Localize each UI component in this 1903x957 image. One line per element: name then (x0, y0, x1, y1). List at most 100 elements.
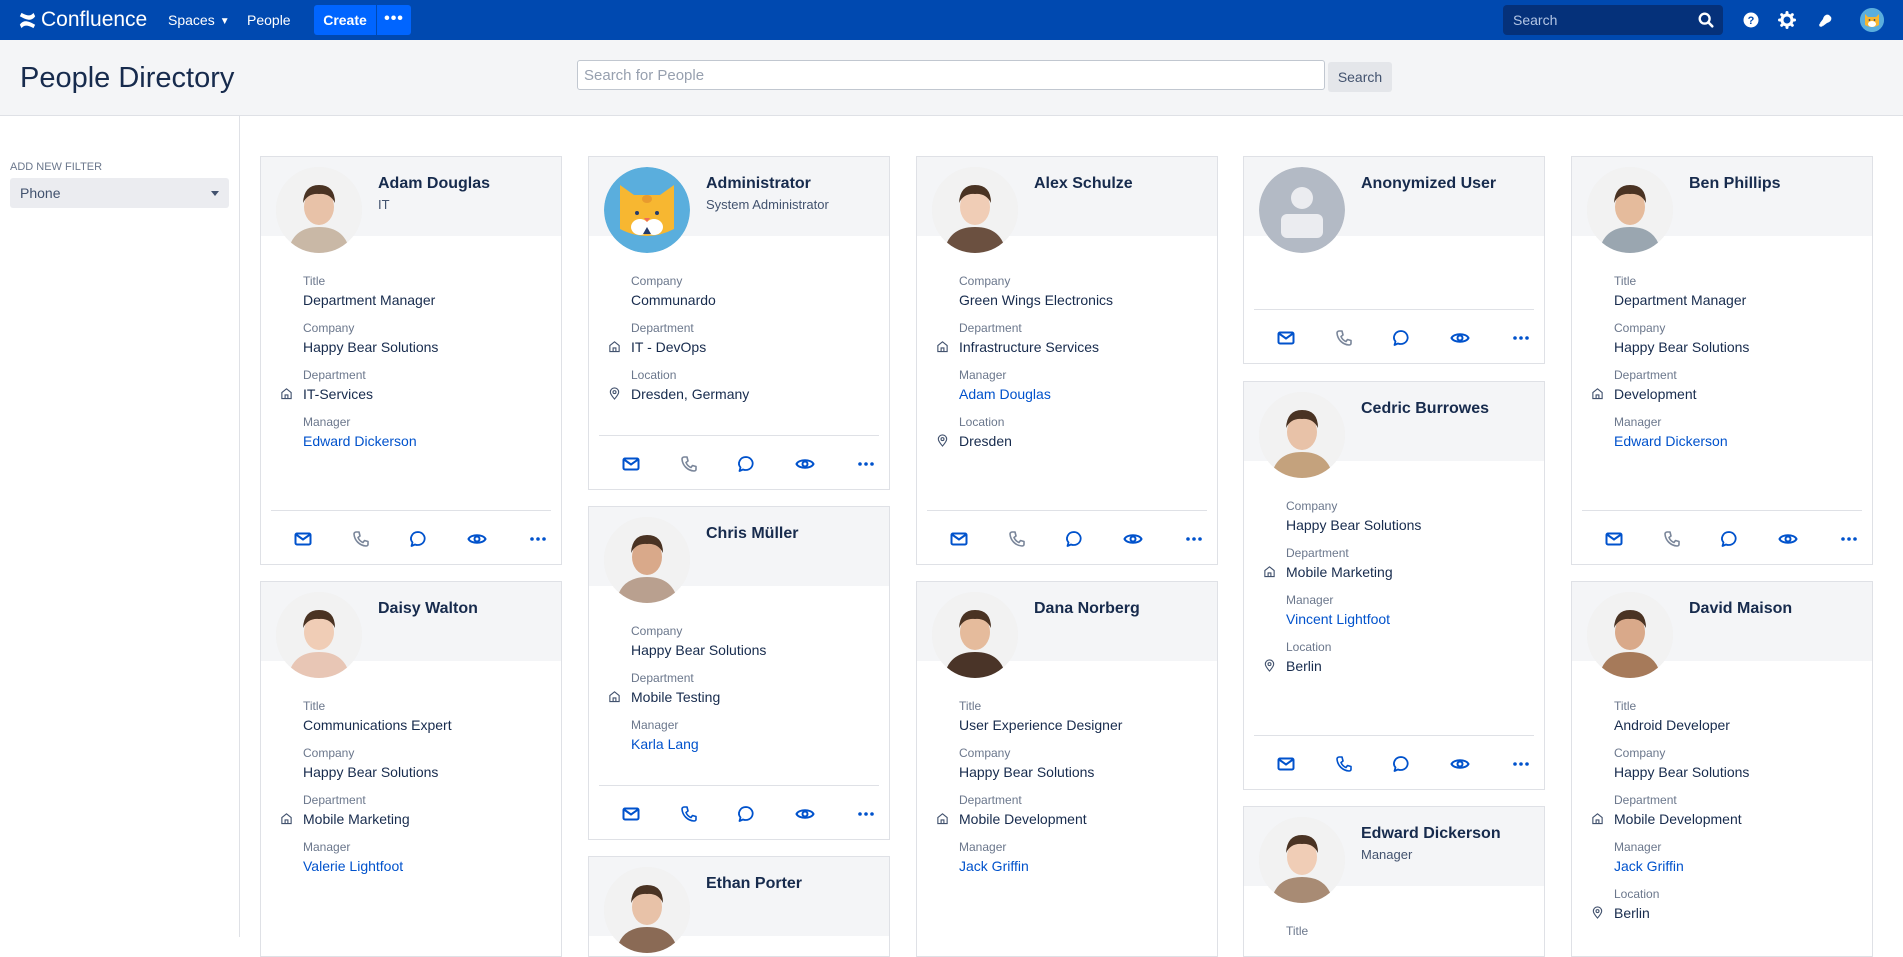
person-subtitle: Manager (1361, 847, 1413, 862)
avatar[interactable] (604, 167, 690, 253)
phone-icon[interactable] (1007, 529, 1027, 549)
email-icon[interactable] (949, 529, 969, 549)
chat-icon[interactable] (736, 804, 756, 824)
avatar[interactable] (1259, 817, 1345, 903)
notification-bell-icon[interactable] (1816, 10, 1836, 30)
person-name[interactable]: Ben Phillips (1689, 175, 1781, 193)
more-icon[interactable] (1184, 529, 1204, 549)
avatar[interactable] (1587, 167, 1673, 253)
person-name[interactable]: Dana Norberg (1034, 600, 1140, 618)
nav-spaces[interactable]: Spaces ▼ (168, 0, 230, 40)
person-name[interactable]: Administrator (706, 175, 811, 193)
eye-icon[interactable] (795, 804, 815, 824)
avatar[interactable] (932, 167, 1018, 253)
avatar[interactable] (1259, 392, 1345, 478)
avatar[interactable] (276, 592, 362, 678)
card-actions (927, 510, 1207, 564)
person-name[interactable]: Ethan Porter (706, 875, 802, 893)
field-label: Manager (959, 368, 1007, 382)
more-icon[interactable] (1511, 328, 1531, 348)
eye-icon[interactable] (1778, 529, 1798, 549)
location-pin-icon (1591, 906, 1604, 919)
field-label: Department (959, 793, 1022, 807)
global-search-input[interactable]: Search (1503, 5, 1723, 35)
more-icon[interactable] (1511, 754, 1531, 774)
manager-link[interactable]: Vincent Lightfoot (1286, 608, 1544, 630)
email-icon[interactable] (1276, 754, 1296, 774)
person-name[interactable]: Daisy Walton (378, 600, 478, 618)
field-manager: Manager Jack Griffin (917, 840, 1217, 877)
create-more-button[interactable]: ••• (377, 5, 411, 35)
chat-icon[interactable] (1719, 529, 1739, 549)
avatar[interactable] (604, 517, 690, 603)
phone-icon[interactable] (1662, 529, 1682, 549)
profile-photo (932, 592, 1018, 678)
phone-icon[interactable] (1334, 754, 1354, 774)
field-company: Company Happy Bear Solutions (261, 746, 561, 783)
avatar[interactable] (1259, 167, 1345, 253)
person-name[interactable]: Adam Douglas (378, 175, 490, 193)
person-name[interactable]: Edward Dickerson (1361, 825, 1501, 843)
field-location: Location Dresden, Germany (589, 368, 889, 405)
person-name[interactable]: Chris Müller (706, 525, 798, 543)
people-search-input[interactable] (577, 60, 1325, 90)
eye-icon[interactable] (1450, 328, 1470, 348)
person-fields: Company Happy Bear Solutions Department … (589, 586, 889, 755)
avatar[interactable] (1587, 592, 1673, 678)
more-icon[interactable] (856, 454, 876, 474)
confluence-logo[interactable]: Confluence (19, 7, 147, 33)
phone-icon[interactable] (679, 804, 699, 824)
nav-spaces-label: Spaces (168, 12, 215, 28)
person-name[interactable]: David Maison (1689, 600, 1792, 618)
gear-icon[interactable] (1777, 10, 1797, 30)
location-pin-icon (1263, 659, 1276, 672)
phone-icon[interactable] (351, 529, 371, 549)
manager-link[interactable]: Edward Dickerson (303, 430, 561, 452)
eye-icon[interactable] (1450, 754, 1470, 774)
email-icon[interactable] (1276, 328, 1296, 348)
user-avatar[interactable] (1860, 8, 1884, 32)
chat-icon[interactable] (408, 529, 428, 549)
email-icon[interactable] (621, 804, 641, 824)
manager-link[interactable]: Jack Griffin (959, 855, 1217, 877)
manager-link[interactable]: Karla Lang (631, 733, 889, 755)
avatar[interactable] (932, 592, 1018, 678)
email-icon[interactable] (621, 454, 641, 474)
phone-icon[interactable] (679, 454, 699, 474)
person-fields: Company Communardo Department IT - DevOp… (589, 236, 889, 405)
email-icon[interactable] (293, 529, 313, 549)
card-header: Ben Phillips (1572, 157, 1872, 253)
person-name[interactable]: Anonymized User (1361, 175, 1496, 193)
manager-link[interactable]: Valerie Lightfoot (303, 855, 561, 877)
manager-link[interactable]: Edward Dickerson (1614, 430, 1872, 452)
create-button[interactable]: Create (314, 5, 376, 35)
phone-icon[interactable] (1334, 328, 1354, 348)
chat-icon[interactable] (1391, 754, 1411, 774)
manager-link[interactable]: Adam Douglas (959, 383, 1217, 405)
manager-link[interactable]: Jack Griffin (1614, 855, 1872, 877)
filter-select[interactable]: Phone (10, 178, 229, 208)
chat-icon[interactable] (736, 454, 756, 474)
field-company: Company Communardo (589, 274, 889, 311)
more-icon[interactable] (856, 804, 876, 824)
eye-icon[interactable] (467, 529, 487, 549)
eye-icon[interactable] (795, 454, 815, 474)
more-icon[interactable] (528, 529, 548, 549)
person-card: Ethan Porter (588, 856, 890, 957)
person-name[interactable]: Alex Schulze (1034, 175, 1133, 193)
field-value: Mobile Marketing (303, 811, 410, 827)
card-actions (1582, 510, 1862, 564)
person-name[interactable]: Cedric Burrowes (1361, 400, 1489, 418)
chat-icon[interactable] (1391, 328, 1411, 348)
chat-icon[interactable] (1064, 529, 1084, 549)
avatar[interactable] (604, 867, 690, 953)
email-icon[interactable] (1604, 529, 1624, 549)
avatar[interactable] (276, 167, 362, 253)
more-icon[interactable] (1839, 529, 1859, 549)
field-department: Department Development (1572, 368, 1872, 405)
help-icon[interactable]: ? (1741, 10, 1761, 30)
location-pin-icon (608, 387, 621, 400)
eye-icon[interactable] (1123, 529, 1143, 549)
nav-people[interactable]: People (247, 0, 291, 40)
people-search-button[interactable]: Search (1328, 62, 1392, 92)
